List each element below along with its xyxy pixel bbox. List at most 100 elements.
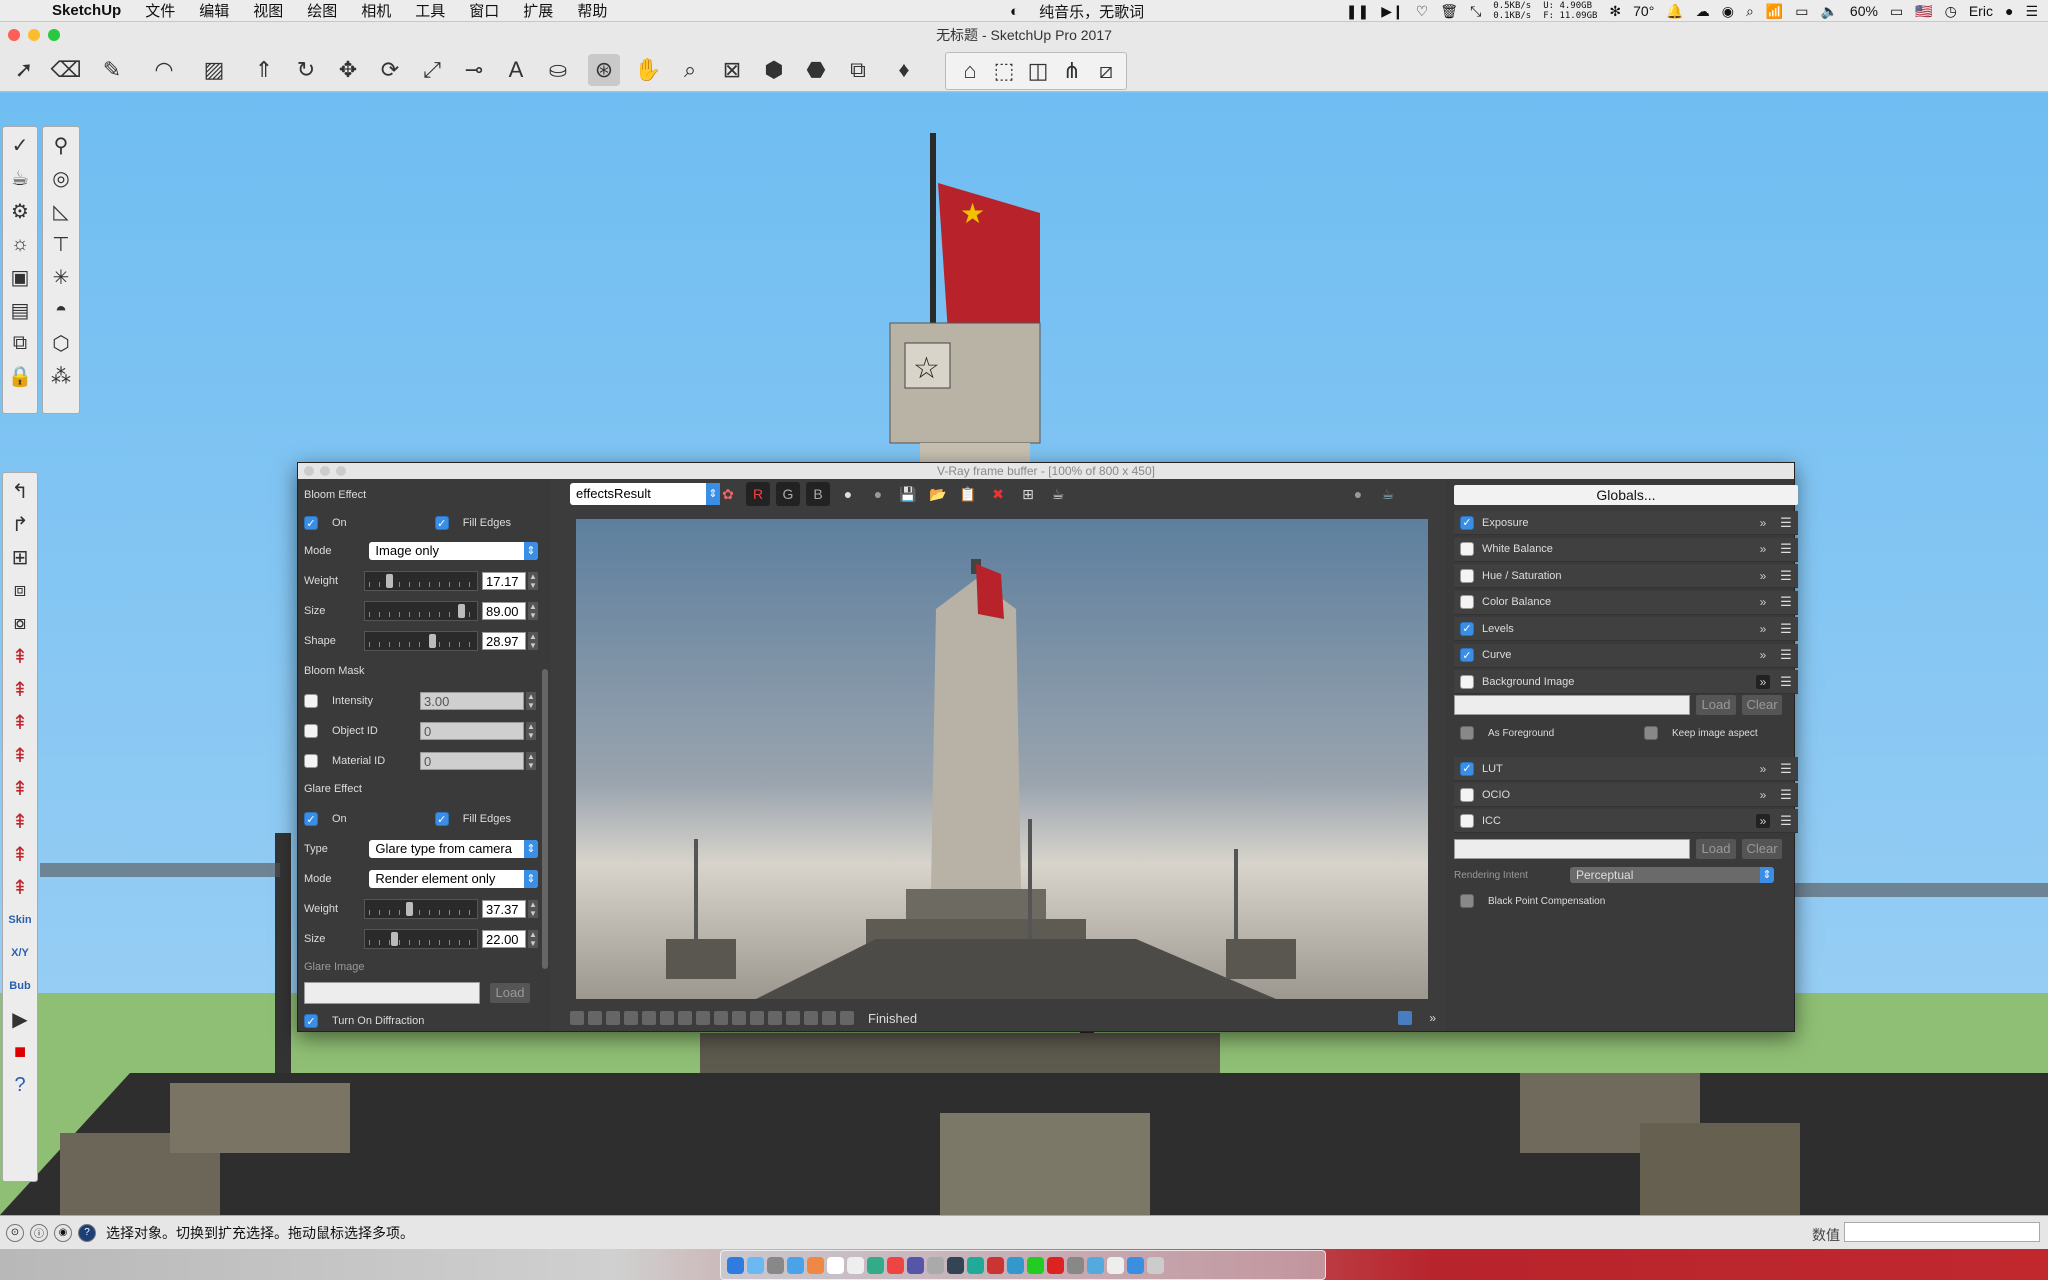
vfb-minimize-icon[interactable] (320, 466, 330, 476)
object-id-checkbox[interactable] (304, 724, 318, 738)
ies-light-icon[interactable]: ⊤ (46, 229, 76, 259)
zoom-tool-icon[interactable]: ⌕ (674, 54, 706, 86)
battery-icon[interactable]: ▭ (1890, 3, 1903, 20)
user-name[interactable]: Eric (1969, 3, 1993, 19)
bell-icon[interactable]: 🔔 (1666, 3, 1683, 20)
pan-hand-icon[interactable]: ✋ (632, 54, 664, 86)
next-track-icon[interactable]: ▶❙ (1381, 3, 1404, 20)
stop-render-icon[interactable]: ✖ (986, 482, 1010, 506)
lyrics-icon[interactable]: ◐ (1010, 3, 1019, 20)
settings-icon[interactable] (714, 1011, 728, 1025)
tool-l-icon[interactable]: ⇞ (5, 839, 35, 869)
glare-image-field[interactable] (304, 982, 480, 1004)
color-correction-icon[interactable] (624, 1011, 638, 1025)
bloom-shape-knob[interactable] (429, 634, 436, 648)
info-icon[interactable] (606, 1011, 620, 1025)
warehouse-icon[interactable]: ⬢ (758, 54, 790, 86)
zoom-extents-icon[interactable]: ⊠ (716, 54, 748, 86)
airplay-icon[interactable]: ▭ (1795, 3, 1808, 20)
ocio-icon[interactable] (822, 1011, 836, 1025)
ocio-expand-icon[interactable]: » (1756, 788, 1770, 802)
follow-mouse-icon[interactable] (696, 1011, 710, 1025)
tool-g-icon[interactable]: ⇞ (5, 674, 35, 704)
flag-icon[interactable]: 🇺🇸 (1915, 3, 1932, 20)
lut-checkbox[interactable]: ✓ (1460, 761, 1474, 776)
zoom-icon[interactable] (48, 29, 60, 41)
heart-icon[interactable]: ♡ (1416, 3, 1429, 20)
dock-sketchup-icon[interactable] (987, 1256, 1004, 1274)
tool-b-icon[interactable]: ↱ (5, 509, 35, 539)
bloom-shape-spinner[interactable]: ▲ ▼ (528, 632, 538, 650)
tool-h-icon[interactable]: ⇞ (5, 707, 35, 737)
bloom-size-input[interactable]: 89.00 (482, 602, 526, 620)
blue-channel-button[interactable]: B (806, 482, 830, 506)
exposure-expand-icon[interactable]: » (1756, 516, 1770, 530)
proxy-icon[interactable]: ⁂ (46, 361, 76, 391)
bloom-size-slider[interactable] (364, 601, 478, 621)
omni-light-icon[interactable]: ✳ (46, 262, 76, 292)
tool-k-icon[interactable]: ⇞ (5, 806, 35, 836)
rgb-channels-icon[interactable]: ✿ (716, 482, 740, 506)
lut-icon[interactable] (804, 1011, 818, 1025)
lens-effects-icon[interactable] (642, 1011, 656, 1025)
move-icon[interactable]: ✥ (332, 54, 364, 86)
background-clear-button[interactable]: Clear (1742, 695, 1782, 715)
glare-on-checkbox[interactable]: ✓ (304, 812, 318, 826)
dock-trash-icon[interactable] (1147, 1256, 1164, 1274)
curve-checkbox[interactable]: ✓ (1460, 648, 1474, 662)
notification-center-icon[interactable]: ☰ (2025, 3, 2038, 20)
arc-icon[interactable]: ◠ (148, 54, 180, 86)
glare-weight-spinner[interactable]: ▲ ▼ (528, 900, 538, 918)
icc-checkbox[interactable] (1460, 813, 1474, 828)
material-id-spinner[interactable]: ▲ ▼ (526, 752, 536, 770)
diffraction-checkbox[interactable]: ✓ (304, 1014, 318, 1028)
dock-wechat-icon[interactable] (1027, 1256, 1044, 1274)
dock-mail-icon[interactable] (787, 1256, 804, 1274)
bub-tool[interactable]: Bub (5, 971, 35, 1001)
rotate-icon[interactable]: ⟳ (374, 54, 406, 86)
sphere-light-icon[interactable]: ◎ (46, 163, 76, 193)
sandbox-icon[interactable]: ⋔ (1056, 55, 1088, 87)
exposure-checkbox[interactable]: ✓ (1460, 515, 1474, 530)
dock-preview-icon[interactable] (1067, 1256, 1084, 1274)
vfb-close-icon[interactable] (304, 466, 314, 476)
levels-icon[interactable] (660, 1011, 674, 1025)
color-balance-expand-icon[interactable]: » (1756, 595, 1770, 609)
mesh-light-icon[interactable]: ⬡ (46, 328, 76, 358)
white-balance-menu-icon[interactable]: ☰ (1778, 541, 1794, 557)
minimize-icon[interactable] (28, 29, 40, 41)
expand-icon[interactable]: » (1429, 1011, 1436, 1025)
interactive-teapot-icon[interactable]: ☕ (1376, 482, 1400, 506)
section-icon[interactable]: ⧄ (1090, 55, 1122, 87)
tool-m-icon[interactable]: ⇞ (5, 872, 35, 902)
bloom-fill-edges-checkbox[interactable]: ✓ (434, 516, 449, 530)
glare-weight-slider[interactable] (364, 899, 478, 919)
glare-weight-input[interactable]: 37.37 (482, 900, 526, 918)
vfb-zoom-icon[interactable] (336, 466, 346, 476)
frame-icon[interactable]: ▣ (5, 262, 35, 292)
menu-draw[interactable]: 绘图 (295, 0, 349, 21)
dock-settings-icon[interactable] (927, 1256, 944, 1274)
tool-i-icon[interactable]: ⇞ (5, 740, 35, 770)
top-view-icon[interactable]: ⬚ (988, 55, 1020, 87)
bloom-weight-input[interactable]: 17.17 (482, 572, 526, 590)
dock-netease-icon[interactable] (1047, 1256, 1064, 1274)
iso-view-icon[interactable]: ⌂ (954, 55, 986, 87)
plane-light-icon[interactable]: ◺ (46, 196, 76, 226)
ruby-icon[interactable]: ♦ (888, 54, 920, 86)
open-folder-icon[interactable]: 📂 (926, 482, 950, 506)
icc-file-field[interactable] (1454, 839, 1690, 859)
sphere-preview-icon[interactable]: ● (1346, 482, 1370, 506)
dock-qq-icon[interactable] (1007, 1256, 1024, 1274)
dock-downloads-icon[interactable] (1127, 1256, 1144, 1274)
compare-icon[interactable] (588, 1011, 602, 1025)
gear-icon[interactable]: ⚙ (5, 196, 35, 226)
globals-button[interactable]: Globals... (1454, 485, 1798, 505)
color-balance-menu-icon[interactable]: ☰ (1778, 594, 1794, 610)
bloom-size-spinner[interactable]: ▲ ▼ (528, 602, 538, 620)
lut-expand-icon[interactable]: » (1756, 762, 1770, 776)
clipboard-icon[interactable]: 📋 (956, 482, 980, 506)
play-icon[interactable]: ▶ (5, 1004, 35, 1034)
background-image-checkbox[interactable] (1460, 674, 1474, 689)
glare-mode-select[interactable]: Render element only (369, 870, 538, 888)
